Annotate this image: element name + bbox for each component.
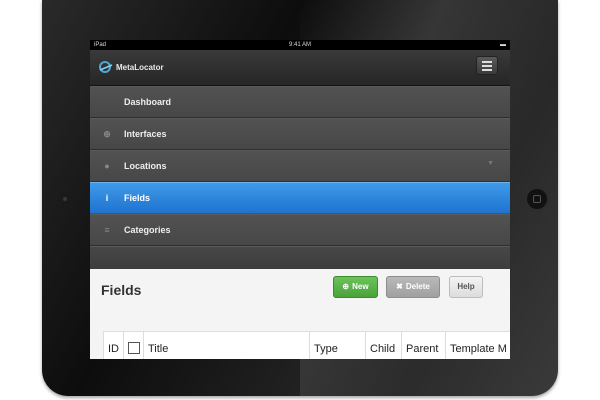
new-button[interactable]: ⊕ New	[333, 276, 378, 298]
nav-item-interfaces[interactable]: ⊕ Interfaces	[90, 118, 510, 150]
nav-item-label: Interfaces	[124, 129, 167, 139]
stack-icon: ≡	[104, 225, 110, 235]
column-header-type[interactable]: Type	[310, 332, 366, 359]
nav-item-categories[interactable]: ≡ Categories	[90, 214, 510, 246]
plus-circle-icon: ⊕	[342, 282, 350, 291]
hamburger-menu-button[interactable]	[476, 56, 498, 75]
home-square-icon	[533, 195, 541, 203]
column-header-id[interactable]: ID	[104, 332, 124, 359]
globe-icon: ⊕	[103, 129, 111, 139]
main-content: Fields ⊕ New ✖ Delete Help ID Title Type C…	[90, 269, 510, 359]
column-header-child[interactable]: Child	[366, 332, 402, 359]
menu-line	[482, 61, 492, 63]
new-button-label: New	[352, 282, 369, 291]
tablet-screen: iPad 9:41 AM ▬ MetaLocator Dashboard ⊕ I…	[90, 40, 510, 359]
nav-item-dashboard[interactable]: Dashboard	[90, 86, 510, 118]
logo[interactable]: MetaLocator	[99, 61, 164, 73]
camera-icon	[61, 195, 69, 203]
logo-icon	[99, 61, 113, 73]
page-title: Fields	[101, 282, 142, 298]
home-button[interactable]	[525, 187, 549, 211]
battery-icon: ▬	[500, 42, 506, 48]
chevron-down-icon: ▼	[487, 160, 494, 167]
map-pin-icon: ●	[104, 161, 110, 171]
nav-item-label: Categories	[124, 225, 171, 235]
info-icon: i	[105, 193, 109, 203]
help-button-label: Help	[457, 282, 475, 291]
delete-button-label: Delete	[405, 282, 430, 291]
help-button[interactable]: Help	[449, 276, 483, 298]
fields-table: ID Title Type Child Parent Template M	[103, 331, 510, 359]
status-bar: iPad 9:41 AM ▬	[90, 40, 510, 50]
sidebar-nav: Dashboard ⊕ Interfaces ● Locations ▼ i F…	[90, 86, 510, 269]
status-time: 9:41 AM	[288, 42, 311, 48]
app-header: MetaLocator	[90, 50, 510, 86]
nav-item-locations[interactable]: ● Locations ▼	[90, 150, 510, 182]
logo-text: MetaLocator	[116, 62, 164, 72]
nav-item-fields[interactable]: i Fields	[90, 182, 510, 214]
delete-button[interactable]: ✖ Delete	[386, 276, 440, 298]
nav-item-label: Fields	[124, 193, 151, 203]
column-header-select-all	[124, 332, 144, 359]
column-header-parent[interactable]: Parent	[402, 332, 446, 359]
column-header-template[interactable]: Template M	[446, 332, 510, 359]
nav-footer	[90, 246, 510, 269]
close-icon: ✖	[396, 282, 403, 291]
nav-item-label: Locations	[124, 161, 167, 171]
menu-line	[482, 69, 492, 71]
column-header-title[interactable]: Title	[144, 332, 310, 359]
nav-item-label: Dashboard	[124, 97, 172, 107]
menu-line	[482, 65, 492, 67]
select-all-checkbox[interactable]	[128, 341, 140, 354]
